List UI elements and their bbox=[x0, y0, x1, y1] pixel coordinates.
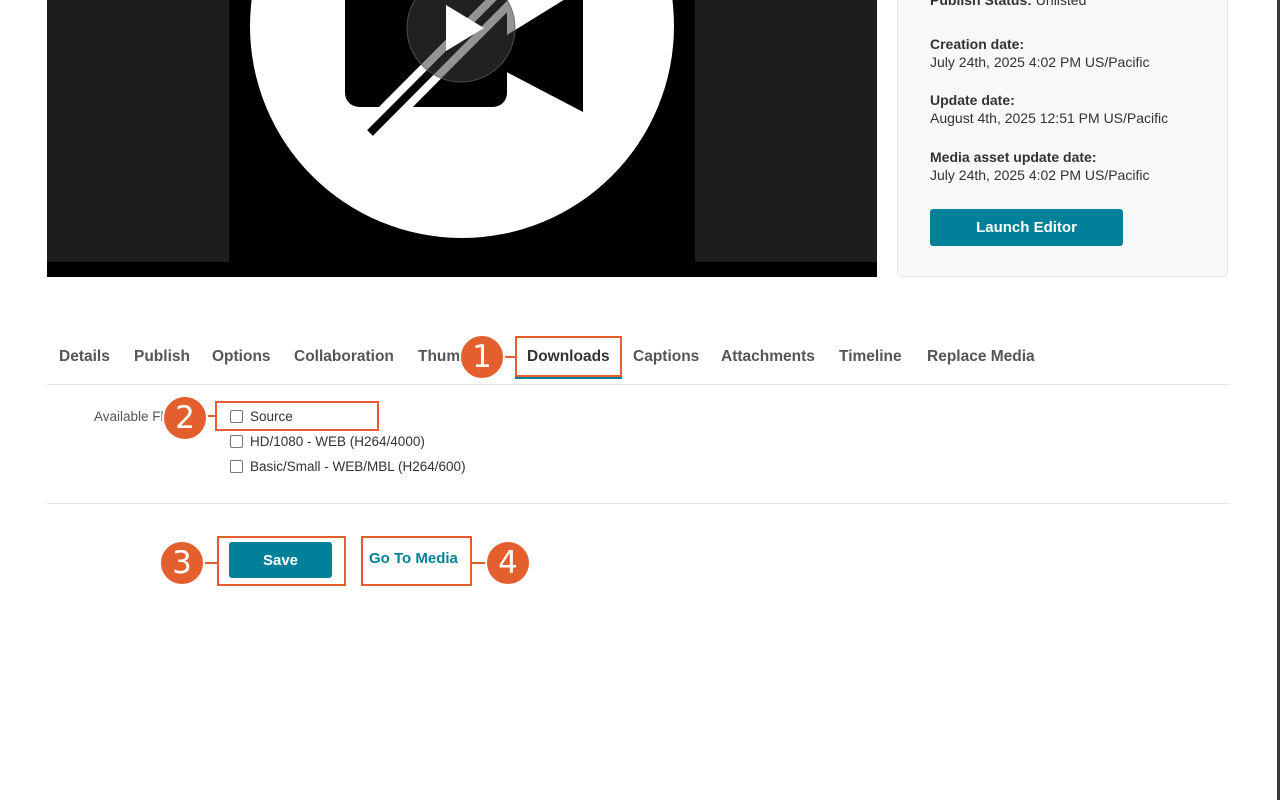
tab-collaboration[interactable]: Collaboration bbox=[294, 348, 394, 375]
update-date: Update date: August 4th, 2025 12:51 PM U… bbox=[930, 91, 1168, 127]
publish-status-value: Unlisted bbox=[1035, 0, 1087, 8]
annotation-badge-2: 2 bbox=[162, 395, 208, 441]
annotation-connector-3 bbox=[204, 562, 218, 564]
highlight-go-to-media bbox=[361, 536, 472, 586]
available-flavors-label: Available Fl bbox=[94, 409, 164, 424]
basic-label: Basic/Small - WEB/MBL (H264/600) bbox=[250, 459, 466, 474]
update-date-label: Update date: bbox=[930, 92, 1015, 108]
tab-options[interactable]: Options bbox=[212, 348, 271, 375]
hd-checkbox[interactable] bbox=[230, 435, 243, 448]
annotation-badge-4: 4 bbox=[485, 540, 531, 586]
highlight-downloads-tab bbox=[515, 336, 622, 377]
creation-date: Creation date: July 24th, 2025 4:02 PM U… bbox=[930, 35, 1149, 71]
highlight-save-button bbox=[217, 536, 346, 586]
highlight-source-option bbox=[215, 401, 379, 431]
annotation-badge-1: 1 bbox=[459, 334, 505, 380]
tab-captions[interactable]: Captions bbox=[633, 348, 699, 375]
launch-editor-button[interactable]: Launch Editor bbox=[930, 209, 1123, 246]
tab-publish[interactable]: Publish bbox=[134, 348, 190, 375]
creation-date-label: Creation date: bbox=[930, 36, 1025, 52]
flavor-option-basic[interactable]: Basic/Small - WEB/MBL (H264/600) bbox=[230, 459, 466, 474]
media-info-panel: Publish Status: Unlisted Creation date: … bbox=[897, 0, 1228, 277]
hd-label: HD/1080 - WEB (H264/4000) bbox=[250, 434, 425, 449]
creation-date-value: July 24th, 2025 4:02 PM US/Pacific bbox=[930, 54, 1150, 70]
annotation-connector-1 bbox=[504, 356, 516, 358]
publish-status-label: Publish Status: bbox=[930, 0, 1032, 8]
publish-status: Publish Status: Unlisted bbox=[930, 0, 1086, 9]
tab-details[interactable]: Details bbox=[59, 348, 110, 375]
tab-replace-media[interactable]: Replace Media bbox=[927, 348, 1035, 375]
media-asset-update-date: Media asset update date: July 24th, 2025… bbox=[930, 148, 1149, 184]
annotation-badge-3: 3 bbox=[159, 540, 205, 586]
tab-attachments[interactable]: Attachments bbox=[721, 348, 815, 375]
update-date-value: August 4th, 2025 12:51 PM US/Pacific bbox=[930, 110, 1169, 126]
tab-thumbnails[interactable]: Thum bbox=[418, 348, 460, 375]
media-asset-update-label: Media asset update date: bbox=[930, 149, 1097, 165]
tab-timeline[interactable]: Timeline bbox=[839, 348, 902, 375]
play-icon[interactable] bbox=[406, 0, 516, 83]
basic-checkbox[interactable] bbox=[230, 460, 243, 473]
flavor-option-hd[interactable]: HD/1080 - WEB (H264/4000) bbox=[230, 434, 425, 449]
video-player[interactable] bbox=[47, 0, 877, 277]
form-divider bbox=[47, 503, 1229, 504]
media-asset-update-value: July 24th, 2025 4:02 PM US/Pacific bbox=[930, 167, 1150, 183]
media-tabs: Details Publish Options Collaboration Th… bbox=[47, 330, 1229, 385]
